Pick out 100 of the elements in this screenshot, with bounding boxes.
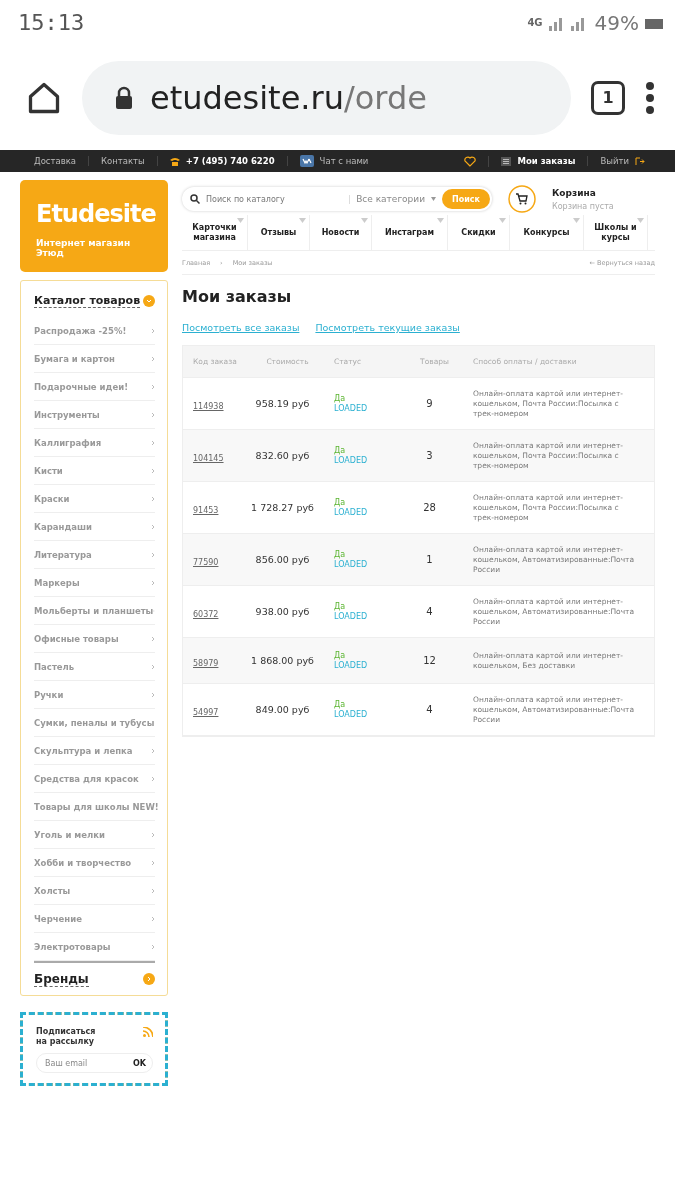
item-count: 9 [425,398,434,409]
item-count: 4 [425,606,434,617]
order-status: LOADED [334,559,369,570]
payment-status: Да [334,699,347,710]
heart-icon [464,155,477,167]
caret-icon [637,218,644,223]
menu-icon[interactable] [645,80,655,115]
cart-icon[interactable] [508,185,536,213]
search-bar[interactable]: Поиск по каталогу Все категории Поиск [182,187,492,211]
payment-status: Да [334,601,347,612]
nav-item[interactable]: Инстаграм [372,215,448,250]
order-cost: 1 728.27 руб [250,502,315,513]
order-cost: 1 868.00 руб [250,655,315,666]
order-status: LOADED [334,507,369,518]
search-button[interactable]: Поиск [442,189,490,209]
catalog-item[interactable]: Ручки [34,689,64,700]
order-cost: 958.19 руб [254,398,311,409]
payment-status: Да [334,650,347,661]
logout-icon [635,156,645,166]
url-text: etudesite.ru/orde [150,78,427,117]
catalog-item[interactable]: Краски [34,493,70,504]
catalog-item[interactable]: Товары для школы NEW! [34,801,159,812]
payment-status: Да [334,549,347,560]
caret-icon [299,218,306,223]
nav-item[interactable]: Школы и курсы [584,215,648,250]
chat-link[interactable]: Чат с нами [319,156,369,166]
logout-link[interactable]: Выйти [600,156,629,166]
cart-title[interactable]: Корзина [552,187,614,198]
catalog-item[interactable]: Электротовары [34,941,111,952]
order-code-link[interactable]: 60372 [183,610,219,619]
search-field[interactable]: Поиск по каталогу [206,194,351,204]
catalog-item[interactable]: Уголь и мелки [34,829,105,840]
filter-link[interactable]: Посмотреть текущие заказы [315,322,460,333]
catalog-item[interactable]: Маркеры [34,577,80,588]
clock: 15:13 [18,10,85,35]
logo-name: Etudesite [36,200,154,228]
catalog-item[interactable]: Бумага и картон [34,353,115,364]
order-code-link[interactable]: 54997 [183,708,219,717]
orders-link[interactable]: Мои заказы [517,156,576,166]
logo[interactable]: Etudesite Интернет магазин Этюд [20,180,168,272]
catalog-title[interactable]: Каталог товаров [34,294,141,308]
page-title: Мои заказы [182,287,293,306]
order-code-link[interactable]: 104145 [183,454,224,463]
catalog-item[interactable]: Сумки, пеналы и тубусы [34,717,155,728]
nav-item[interactable]: Новости [310,215,372,250]
order-code-link[interactable]: 58979 [183,659,219,668]
catalog-item[interactable]: Кисти [34,465,63,476]
order-status: LOADED [334,611,369,622]
vk-icon [299,155,314,167]
catalog-item[interactable]: Инструменты [34,409,100,420]
tab-count[interactable]: 1 [591,80,625,115]
catalog-item[interactable]: Литература [34,549,92,560]
item-count: 4 [425,704,434,715]
catalog-item[interactable]: Распродажа -25%! [34,325,127,336]
item-count: 12 [422,655,437,666]
nav-item[interactable]: Конкурсы [510,215,584,250]
catalog-item[interactable]: Офисные товары [34,633,119,644]
subscribe-title: Подписаться на рассылку [36,1027,96,1047]
catalog-item[interactable]: Скульптура и лепка [34,745,133,756]
order-status: LOADED [334,709,369,720]
category-select[interactable]: Все категории [356,194,426,204]
catalog-item[interactable]: Холсты [34,885,71,896]
order-code-link[interactable]: 114938 [183,402,224,411]
catalog-item[interactable]: Каллиграфия [34,437,102,448]
search-icon [190,194,200,204]
list-icon [501,156,512,166]
payment-status: Да [334,497,347,508]
address-bar[interactable]: etudesite.ru/orde [82,60,571,135]
catalog-item[interactable]: Пастель [34,661,75,672]
order-code-link[interactable]: 77590 [183,558,219,567]
catalog-item[interactable]: Средства для красок [34,773,139,784]
brands-link[interactable]: Бренды [34,971,89,987]
order-cost: 849.00 руб [254,704,311,715]
caret-icon [437,218,444,223]
filter-link[interactable]: Посмотреть все заказы [182,322,300,333]
catalog-item[interactable]: Черчение [34,913,82,924]
order-cost: 832.60 руб [254,450,311,461]
order-status: LOADED [334,455,369,466]
catalog-item[interactable]: Подарочные идеи! [34,381,128,392]
email-field[interactable]: Ваш email [45,1058,125,1068]
payment-status: Да [334,393,347,404]
nav-item[interactable]: Карточки магазина [182,215,248,250]
top-link[interactable]: Доставка [22,156,90,166]
nav-item[interactable]: Скидки [448,215,510,250]
catalog-item[interactable]: Мольберты и планшеты [34,605,154,616]
phone-icon [169,156,180,166]
order-code-link[interactable]: 91453 [183,506,219,515]
order-status: LOADED [334,660,369,671]
logo-tagline: Интернет магазин Этюд [36,238,132,258]
caret-icon [431,197,437,201]
ok-button[interactable]: OK [133,1058,146,1068]
payment-status: Да [334,445,347,456]
nav-item[interactable]: Отзывы [248,215,310,250]
battery-icon [645,16,663,29]
catalog-item[interactable]: Хобби и творчество [34,857,132,868]
item-count: 1 [425,554,434,565]
catalog-item[interactable]: Карандаши [34,521,92,532]
item-count: 28 [422,502,437,513]
phone-number: +7 (495) 740 6220 [185,156,275,166]
top-link[interactable]: Контакты [89,156,158,166]
